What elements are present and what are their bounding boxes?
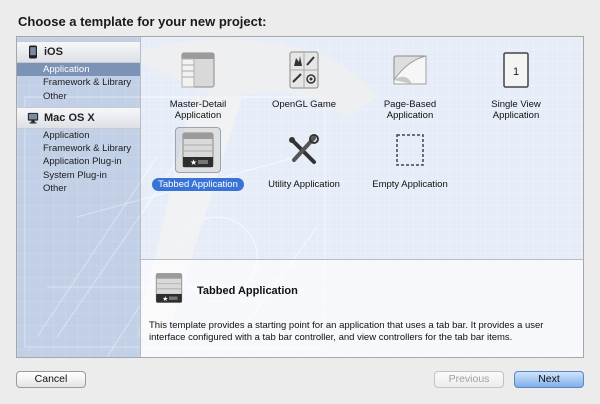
sidebar-item-mac-application[interactable]: Application (17, 129, 140, 142)
template-label: OpenGL Game (271, 99, 337, 110)
mac-icon (27, 112, 39, 124)
sidebar-item-ios-application[interactable]: Application (17, 63, 140, 77)
svg-text:1: 1 (513, 66, 519, 78)
svg-text:★: ★ (162, 295, 168, 303)
template-grid: Master-Detail Application OpenGL Game Pa… (141, 37, 583, 259)
template-label: Master-Detail Application (169, 99, 227, 121)
sidebar-item-mac-application-plugin[interactable]: Application Plug-in (17, 155, 140, 168)
template-page-based[interactable]: Page-Based Application (357, 47, 463, 123)
template-tabbed-application[interactable]: ★ Tabbed Application (145, 127, 251, 192)
sidebar-item-ios-other[interactable]: Other (17, 90, 140, 103)
description-text: This template provides a starting point … (149, 320, 544, 343)
sidebar-group-macosx: Mac OS X (17, 106, 140, 129)
template-label: Empty Application (372, 179, 448, 190)
empty-dashed-icon (396, 134, 424, 166)
template-label: Single View Application (491, 99, 541, 121)
sidebar-item-mac-framework-library[interactable]: Framework & Library (17, 142, 140, 155)
previous-button[interactable]: Previous (434, 371, 504, 388)
template-label: Utility Application (268, 179, 340, 190)
next-button[interactable]: Next (514, 371, 584, 388)
sidebar-item-mac-system-plugin[interactable]: System Plug-in (17, 169, 140, 182)
template-description-panel: ★ Tabbed Application This template provi… (141, 259, 583, 357)
cancel-button[interactable]: Cancel (16, 371, 86, 388)
dialog-heading: Choose a template for your new project: (18, 14, 267, 29)
svg-text:★: ★ (190, 158, 197, 167)
description-title: Tabbed Application (197, 285, 298, 297)
sidebar-item-ios-framework-library[interactable]: Framework & Library (17, 76, 140, 89)
template-master-detail[interactable]: Master-Detail Application (145, 47, 251, 123)
template-opengl-game[interactable]: OpenGL Game (251, 47, 357, 112)
opengl-game-icon (289, 51, 319, 89)
iphone-icon (29, 45, 37, 59)
sidebar-group-label: Mac OS X (44, 111, 95, 124)
template-label: Tabbed Application (152, 178, 244, 191)
template-empty-application[interactable]: Empty Application (357, 127, 463, 192)
template-single-view[interactable]: 1 Single View Application (463, 47, 569, 123)
tools-icon (289, 134, 319, 164)
page-curl-icon (393, 55, 427, 85)
tab-bar-icon: ★ (155, 273, 183, 303)
sidebar-group-ios: iOS (17, 41, 140, 63)
sidebar-group-label: iOS (44, 46, 63, 58)
template-utility-application[interactable]: Utility Application (251, 127, 357, 192)
template-label: Page-Based Application (383, 99, 437, 121)
single-view-icon: 1 (503, 52, 529, 88)
master-detail-icon (181, 52, 215, 88)
template-chooser: iOS Application Framework & Library Othe… (16, 36, 584, 358)
sidebar-item-mac-other[interactable]: Other (17, 182, 140, 195)
tab-bar-icon: ★ (182, 132, 214, 168)
template-category-sidebar: iOS Application Framework & Library Othe… (17, 37, 141, 357)
